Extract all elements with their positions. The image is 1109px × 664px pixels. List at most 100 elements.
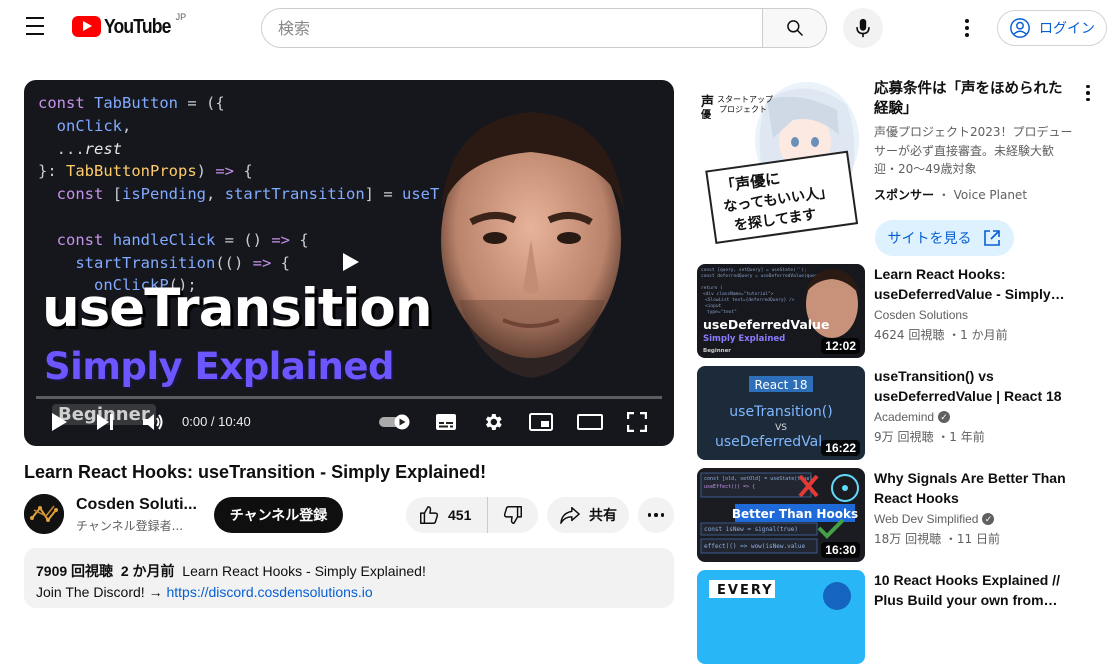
subscriber-count: チャンネル登録者... [76, 519, 184, 533]
rec4-thumbnail-art: EVERY [697, 570, 865, 664]
recommendation-item[interactable]: React 18 useTransition() VS useDeferredV… [697, 366, 1102, 460]
sponsor-label: スポンサー [874, 188, 935, 202]
kebab-dot [1086, 84, 1090, 89]
theater-mode-icon[interactable] [577, 414, 603, 430]
subscribe-button[interactable]: チャンネル登録 [214, 497, 343, 533]
description-box[interactable]: 7909 回視聴 2 か月前 Learn React Hooks - Simpl… [24, 548, 674, 608]
volume-icon[interactable] [142, 412, 164, 432]
recommendation-title[interactable]: Why Signals Are Better Than React Hooks [874, 468, 1084, 508]
share-label: 共有 [589, 508, 617, 524]
ad-logo-kanji-2: 優 [700, 108, 712, 121]
like-button[interactable]: 451 [406, 497, 488, 533]
rec2-thumb-badge: React 18 [755, 378, 808, 392]
like-dislike-group: 451 [406, 497, 538, 533]
progress-bar[interactable] [36, 396, 662, 399]
svg-text:const deferredQuery = useDefer: const deferredQuery = useDeferredValue(q… [701, 273, 826, 279]
recommendation-thumbnail[interactable]: React 18 useTransition() VS useDeferredV… [697, 366, 865, 460]
rec3-thumb-main: Better Than Hooks [732, 507, 858, 521]
search-input[interactable] [262, 9, 762, 47]
ad-thumbnail[interactable]: 声 優 スタートアップ プロジェクト 「声優に なってもいい人」 を探してます [697, 80, 865, 248]
recommendation-title[interactable]: useTransition() vs useDeferredValue | Re… [874, 366, 1084, 406]
svg-text:useEffect(() => {: useEffect(() => { [704, 484, 755, 490]
channel-avatar[interactable] [24, 494, 64, 534]
search-button[interactable] [762, 9, 826, 47]
login-button[interactable]: ログイン [997, 10, 1107, 46]
recommendation-item[interactable]: const [old, setOld] = useState(true) use… [697, 468, 1102, 562]
masthead: YouTube JP ログイン [0, 0, 1109, 56]
more-actions-button[interactable] [638, 497, 674, 533]
recommendation-thumbnail[interactable]: EVERY [697, 570, 865, 664]
recommendation-meta: 9万 回視聴 ・1 年前 [874, 430, 985, 444]
search-icon [786, 20, 803, 37]
settings-menu-button[interactable] [955, 16, 979, 40]
ad-visit-site-button[interactable]: サイトを見る [875, 220, 1014, 256]
recommendation-channel: Web Dev Simplified ✓ [874, 512, 995, 526]
thumbnail-code: const TabButton = ({ onClick, ...rest }:… [38, 94, 440, 295]
video-title: Learn React Hooks: useTransition - Simpl… [24, 462, 487, 482]
recommendation-thumbnail[interactable]: const [query, setQuery] = useState(''); … [697, 264, 865, 358]
kebab-dot [1086, 97, 1090, 102]
kebab-dot [965, 19, 969, 23]
ad-logo-line1: スタートアップ [717, 95, 773, 104]
ad-menu-button[interactable] [1080, 84, 1096, 102]
recommendation-meta: 4624 回視聴 ・1 か月前 [874, 328, 1008, 342]
view-count: 7909 回視聴 [36, 563, 114, 579]
svg-text:<SlowList text={deferredQuery}: <SlowList text={deferredQuery} /> [705, 297, 795, 303]
play-icon[interactable] [50, 412, 68, 432]
next-icon[interactable] [96, 413, 114, 431]
voice-search-button[interactable] [843, 8, 883, 48]
rec1-thumb-badge: Beginner [703, 348, 731, 354]
share-icon [560, 507, 580, 524]
channel-name[interactable]: Cosden Soluti... [76, 496, 197, 514]
ad-illustration: 声 優 スタートアップ プロジェクト 「声優に なってもいい人」 を探してます [697, 80, 865, 248]
svg-text:<div className="tutorial">: <div className="tutorial"> [703, 291, 774, 297]
ad-logo-kanji: 声 [700, 94, 714, 110]
ad-sponsor: スポンサー ・ Voice Planet [874, 188, 1028, 202]
kebab-dot [654, 513, 658, 517]
settings-gear-icon[interactable] [482, 411, 504, 433]
youtube-logo[interactable]: YouTube JP [72, 12, 186, 38]
recommendation-title[interactable]: 10 React Hooks Explained // Plus Build y… [874, 570, 1084, 610]
recommendation-item[interactable]: const [query, setQuery] = useState(''); … [697, 264, 1102, 358]
miniplayer-icon[interactable] [529, 413, 553, 431]
autoplay-toggle-icon[interactable] [378, 414, 412, 430]
dislike-button[interactable] [488, 497, 538, 533]
login-label: ログイン [1039, 21, 1095, 37]
ad-cta-label: サイトを見る [887, 231, 972, 247]
discord-link[interactable]: https://discord.cosdensolutions.io [166, 584, 372, 600]
svg-text:type="text": type="text" [707, 309, 737, 315]
rec4-thumb-main: EVERY [717, 583, 774, 598]
youtube-logo-icon [72, 16, 101, 37]
ad-description: 声優プロジェクト2023！プロデューサーが必ず直接審査。未経験大歓迎・20〜49… [874, 125, 1073, 176]
duration-badge: 16:30 [821, 542, 860, 558]
presenter-face-image [441, 112, 624, 378]
recommendation-channel: Cosden Solutions [874, 308, 968, 322]
fullscreen-icon[interactable] [627, 412, 647, 432]
recommendation-item[interactable]: EVERY 10 React Hooks Explained // Plus B… [697, 570, 1102, 664]
search-box [261, 8, 827, 48]
external-link-icon [983, 230, 1000, 246]
ad-title[interactable]: 応募条件は「声をほめられた経験」 [874, 79, 1074, 119]
rec2-thumb-vs: VS [775, 423, 787, 433]
video-player[interactable]: const TabButton = ({ onClick, ...rest }:… [24, 80, 674, 446]
center-play-icon[interactable] [342, 252, 360, 272]
svg-text:const [query, setQuery] = useS: const [query, setQuery] = useState(''); [701, 267, 807, 273]
share-button[interactable]: 共有 [547, 497, 629, 533]
thumbnail-subtitle: Simply Explained [44, 345, 394, 388]
rec3-thumb-code3: effect(() => wow(isNew.value [704, 543, 806, 550]
rec1-thumb-main: useDeferredValue [703, 317, 829, 332]
description-text: Join The Discord! → https://discord.cosd… [36, 584, 662, 600]
channel-name[interactable]: Academind [874, 410, 934, 424]
verified-icon: ✓ [982, 513, 995, 525]
menu-icon[interactable] [24, 17, 46, 37]
subtitles-icon[interactable] [435, 413, 457, 431]
rec2-thumb-line2: useDeferredVal [715, 434, 822, 450]
thumbs-down-icon [503, 506, 522, 524]
channel-name[interactable]: Cosden Solutions [874, 308, 968, 322]
recommendation-thumbnail[interactable]: const [old, setOld] = useState(true) use… [697, 468, 865, 562]
recommendation-title[interactable]: Learn React Hooks: useDeferredValue - Si… [874, 264, 1084, 304]
svg-text:<input: <input [705, 303, 722, 309]
channel-name[interactable]: Web Dev Simplified [874, 512, 978, 526]
kebab-dot [647, 513, 652, 517]
thumbnail-title: useTransition [42, 278, 433, 339]
